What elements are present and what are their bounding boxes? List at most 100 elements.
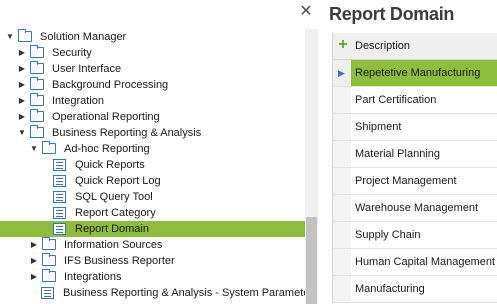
add-icon[interactable]: + bbox=[336, 37, 350, 53]
folder-icon bbox=[18, 29, 32, 42]
tree-item-label: Report Domain bbox=[75, 223, 149, 235]
list-item[interactable]: Shipment bbox=[333, 114, 497, 141]
folder-icon bbox=[42, 141, 56, 154]
row-selector[interactable] bbox=[333, 168, 351, 194]
tree-item-label: Solution Manager bbox=[40, 31, 127, 43]
navigator-panel: ✕ ▼ Solution Manager ▶ Security ▶ User Interf… bbox=[0, 0, 318, 304]
description-cell: Material Planning bbox=[355, 148, 440, 160]
row-selector[interactable] bbox=[333, 276, 351, 302]
tree-item[interactable]: Business Reporting & Analysis - System P… bbox=[0, 285, 309, 301]
list-item[interactable]: Project Management bbox=[333, 168, 497, 195]
list-header: + Description bbox=[333, 33, 497, 60]
page-icon bbox=[53, 223, 66, 235]
tree-item-label: Background Processing bbox=[52, 79, 169, 91]
tree-item[interactable]: Report Category bbox=[0, 205, 305, 221]
folder-icon bbox=[30, 93, 44, 106]
tree-item-label: Business Reporting & Analysis bbox=[52, 127, 202, 139]
tree-item[interactable]: ▶ IFS Business Reporter bbox=[0, 253, 305, 269]
tree-scrollbar-thumb[interactable] bbox=[306, 217, 317, 304]
row-selector[interactable] bbox=[333, 141, 351, 167]
page-icon bbox=[53, 175, 66, 187]
description-cell: Human Capital Management bbox=[355, 256, 496, 268]
tree-item[interactable]: Report Domain bbox=[0, 221, 305, 237]
tree-item[interactable]: ▶ Integration bbox=[0, 93, 305, 109]
expand-down-icon[interactable]: ▼ bbox=[5, 29, 15, 45]
folder-icon bbox=[42, 253, 56, 266]
row-selector[interactable] bbox=[333, 222, 351, 248]
description-cell: Repetetive Manufacturing bbox=[351, 60, 497, 86]
tree-item-label: Integrations bbox=[64, 271, 122, 283]
expand-down-icon[interactable]: ▼ bbox=[29, 141, 39, 157]
tree-item-label: Report Category bbox=[75, 207, 156, 219]
detail-panel: Report Domain + Description ▶ Repetetive … bbox=[318, 0, 497, 304]
folder-icon bbox=[30, 45, 44, 58]
folder-icon bbox=[30, 125, 44, 138]
page-icon bbox=[53, 207, 66, 219]
page-title: Report Domain bbox=[329, 4, 455, 24]
tree-item[interactable]: SQL Query Tool bbox=[0, 189, 305, 205]
expand-right-icon[interactable]: ▶ bbox=[17, 77, 27, 93]
row-selector[interactable] bbox=[333, 249, 351, 275]
tree-item-label: Ad-hoc Reporting bbox=[64, 143, 150, 155]
tree-item-label: Quick Report Log bbox=[75, 175, 161, 187]
page-icon bbox=[41, 287, 54, 299]
list-item[interactable]: Human Capital Management bbox=[333, 249, 497, 276]
tree-item-label: Security bbox=[52, 47, 92, 59]
tree-item[interactable]: ▶ Operational Reporting bbox=[0, 109, 305, 125]
tree-item-label: Operational Reporting bbox=[52, 111, 160, 123]
row-selector[interactable] bbox=[333, 195, 351, 221]
folder-icon bbox=[42, 237, 56, 250]
expand-right-icon[interactable]: ▶ bbox=[17, 45, 27, 61]
tree-item-label: Business Reporting & Analysis - System P… bbox=[63, 287, 310, 299]
list-item[interactable]: ▶ Repetetive Manufacturing bbox=[333, 60, 497, 87]
expand-right-icon[interactable]: ▶ bbox=[29, 253, 39, 269]
current-row-arrow-icon: ▶ bbox=[338, 68, 345, 78]
tree-item[interactable]: ▼ Business Reporting & Analysis bbox=[0, 125, 305, 141]
column-header-description[interactable]: Description bbox=[355, 33, 410, 59]
navigation-tree: ▼ Solution Manager ▶ Security ▶ User Interfac… bbox=[0, 29, 309, 301]
tree-item-label: Integration bbox=[52, 95, 104, 107]
tree-item-label: SQL Query Tool bbox=[75, 191, 153, 203]
close-icon[interactable]: ✕ bbox=[298, 4, 314, 20]
description-cell: Shipment bbox=[355, 121, 402, 133]
tree-item-label: Information Sources bbox=[64, 239, 163, 251]
tree-item[interactable]: ▶ Security bbox=[0, 45, 305, 61]
tree-item[interactable]: Quick Reports bbox=[0, 157, 305, 173]
row-selector[interactable] bbox=[333, 87, 351, 113]
expand-right-icon[interactable]: ▶ bbox=[29, 237, 39, 253]
tree-item[interactable]: ▼ Solution Manager bbox=[0, 29, 305, 45]
tree-item-label: User Interface bbox=[52, 63, 122, 75]
folder-icon bbox=[30, 61, 44, 74]
description-list: + Description ▶ Repetetive Manufacturing P… bbox=[332, 33, 497, 303]
tree-item[interactable]: ▶ Information Sources bbox=[0, 237, 305, 253]
list-item[interactable]: Supply Chain bbox=[333, 222, 497, 249]
folder-icon bbox=[30, 109, 44, 122]
description-cell: Supply Chain bbox=[355, 229, 421, 241]
tree-item-label: IFS Business Reporter bbox=[64, 255, 175, 267]
folder-icon bbox=[42, 269, 56, 282]
tree-item-label: Quick Reports bbox=[75, 159, 145, 171]
list-item[interactable]: Manufacturing bbox=[333, 276, 497, 303]
tree-item[interactable]: ▶ Integrations bbox=[0, 269, 305, 285]
expand-right-icon[interactable]: ▶ bbox=[17, 93, 27, 109]
folder-icon bbox=[30, 77, 44, 90]
expand-right-icon[interactable]: ▶ bbox=[17, 109, 27, 125]
row-selector[interactable]: ▶ bbox=[333, 60, 351, 86]
expand-right-icon[interactable]: ▶ bbox=[29, 269, 39, 285]
tree-item[interactable]: ▼ Ad-hoc Reporting bbox=[0, 141, 305, 157]
page-icon bbox=[53, 159, 66, 171]
description-cell: Part Certification bbox=[355, 94, 437, 106]
tree-item[interactable]: Quick Report Log bbox=[0, 173, 305, 189]
description-cell: Warehouse Management bbox=[355, 202, 479, 214]
row-selector[interactable] bbox=[333, 114, 351, 140]
list-item[interactable]: Warehouse Management bbox=[333, 195, 497, 222]
tree-item[interactable]: ▶ Background Processing bbox=[0, 77, 305, 93]
description-cell: Manufacturing bbox=[355, 283, 425, 295]
tree-item[interactable]: ▶ User Interface bbox=[0, 61, 305, 77]
expand-right-icon[interactable]: ▶ bbox=[17, 61, 27, 77]
description-cell: Project Management bbox=[355, 175, 457, 187]
page-icon bbox=[53, 191, 66, 203]
expand-down-icon[interactable]: ▼ bbox=[17, 125, 27, 141]
list-item[interactable]: Part Certification bbox=[333, 87, 497, 114]
list-item[interactable]: Material Planning bbox=[333, 141, 497, 168]
